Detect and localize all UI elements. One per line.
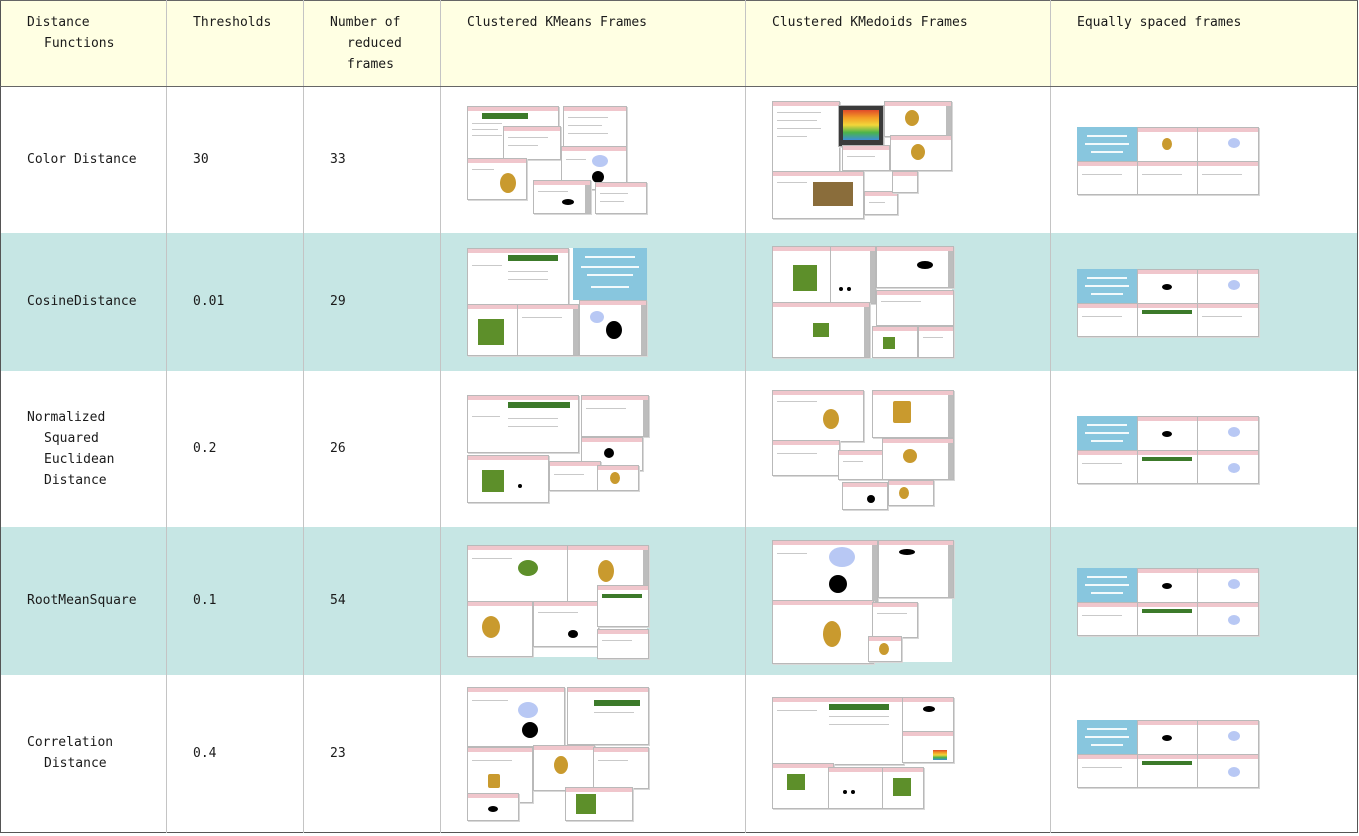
frames-count: 23	[330, 745, 346, 761]
table-row: CosineDistance 0.01 29	[0, 232, 1358, 371]
threshold-cell: 0.1	[166, 526, 304, 675]
distance-function-name: Correlation Distance	[27, 735, 114, 772]
header-number-reduced-label: Number of reduced frames	[330, 15, 402, 72]
header-kmedoids-label: Clustered KMedoids Frames	[772, 15, 968, 30]
threshold-value: 0.01	[193, 294, 225, 309]
frames-count-cell: 26	[303, 370, 441, 527]
kmeans-collage-image[interactable]	[467, 687, 649, 822]
kmeans-frames-cell	[440, 674, 746, 833]
kmedoids-collage-image[interactable]	[772, 389, 954, 510]
kmedoids-frames-cell	[745, 86, 1051, 233]
equal-collage-image[interactable]	[1077, 268, 1259, 337]
header-thresholds: Thresholds	[166, 0, 304, 87]
equal-collage-image[interactable]	[1077, 126, 1259, 195]
equal-collage-image[interactable]	[1077, 567, 1259, 636]
equal-frames-cell	[1051, 87, 1358, 233]
equal-frames-cell	[1051, 527, 1358, 675]
frames-count-cell: 54	[303, 526, 441, 675]
distance-function-name: CosineDistance	[27, 294, 137, 309]
table-row: Color Distance 30 33	[0, 86, 1358, 233]
equal-frames-cell	[1051, 371, 1358, 527]
equal-collage-image[interactable]	[1077, 415, 1259, 484]
frames-count: 54	[330, 593, 346, 608]
kmedoids-frames-cell	[745, 370, 1051, 527]
header-kmeans: Clustered KMeans Frames	[440, 0, 746, 87]
kmedoids-frames-cell	[745, 526, 1051, 675]
header-distance-functions-label: Distance Functions	[27, 15, 115, 51]
distance-function-name: Color Distance	[27, 152, 137, 168]
frames-count-cell: 23	[303, 674, 441, 833]
header-kmedoids: Clustered KMedoids Frames	[745, 0, 1051, 87]
threshold-value: 0.1	[193, 593, 217, 608]
kmeans-frames-cell	[440, 370, 746, 527]
kmeans-frames-cell	[440, 86, 746, 233]
table-row: Normalized Squared Euclidean Distance 0.…	[0, 370, 1358, 527]
threshold-cell: 0.2	[166, 370, 304, 527]
kmeans-collage-image[interactable]	[467, 105, 647, 214]
kmedoids-collage-image[interactable]	[772, 539, 954, 664]
kmeans-collage-image[interactable]	[467, 394, 649, 503]
distance-function-cell: Normalized Squared Euclidean Distance	[0, 370, 167, 527]
distance-function-cell: RootMeanSquare	[0, 526, 167, 675]
header-number-reduced: Number of reduced frames	[303, 0, 441, 87]
table-row: Correlation Distance 0.4 23	[0, 674, 1358, 833]
kmedoids-collage-image[interactable]	[772, 697, 954, 810]
kmeans-collage-image[interactable]	[467, 247, 647, 356]
kmeans-frames-cell	[440, 526, 746, 675]
kmeans-frames-cell	[440, 232, 746, 371]
frames-count-cell: 33	[303, 86, 441, 233]
equal-frames-cell	[1051, 675, 1358, 833]
distance-function-cell: Color Distance	[0, 86, 167, 233]
threshold-cell: 30	[166, 86, 304, 233]
distance-function-name: RootMeanSquare	[27, 593, 137, 608]
equal-frames-cell	[1051, 233, 1358, 371]
kmedoids-frames-cell	[745, 674, 1051, 833]
threshold-value: 30	[193, 152, 209, 168]
kmedoids-collage-image[interactable]	[772, 100, 952, 219]
kmedoids-collage-image[interactable]	[772, 245, 954, 358]
frames-count-cell: 29	[303, 232, 441, 371]
header-equal-label: Equally spaced frames	[1077, 15, 1242, 30]
header-equal: Equally spaced frames	[1050, 0, 1358, 87]
threshold-cell: 0.01	[166, 232, 304, 371]
results-table: Distance Functions Thresholds Number of …	[0, 0, 1358, 833]
frames-count: 33	[330, 152, 346, 168]
kmedoids-frames-cell	[745, 232, 1051, 371]
table-row: RootMeanSquare 0.1 54	[0, 526, 1358, 675]
kmeans-collage-image[interactable]	[467, 544, 649, 659]
header-row: Distance Functions Thresholds Number of …	[0, 0, 1358, 87]
threshold-value: 0.4	[193, 745, 217, 761]
distance-function-name: Normalized Squared Euclidean Distance	[27, 409, 115, 488]
distance-function-cell: CosineDistance	[0, 232, 167, 371]
frames-count: 29	[330, 294, 346, 309]
header-kmeans-label: Clustered KMeans Frames	[467, 15, 648, 30]
distance-function-cell: Correlation Distance	[0, 674, 167, 833]
threshold-value: 0.2	[193, 441, 217, 456]
header-thresholds-label: Thresholds	[193, 15, 272, 30]
header-distance-functions: Distance Functions	[0, 0, 167, 87]
frames-count: 26	[330, 441, 346, 456]
equal-collage-image[interactable]	[1077, 720, 1259, 789]
threshold-cell: 0.4	[166, 674, 304, 833]
